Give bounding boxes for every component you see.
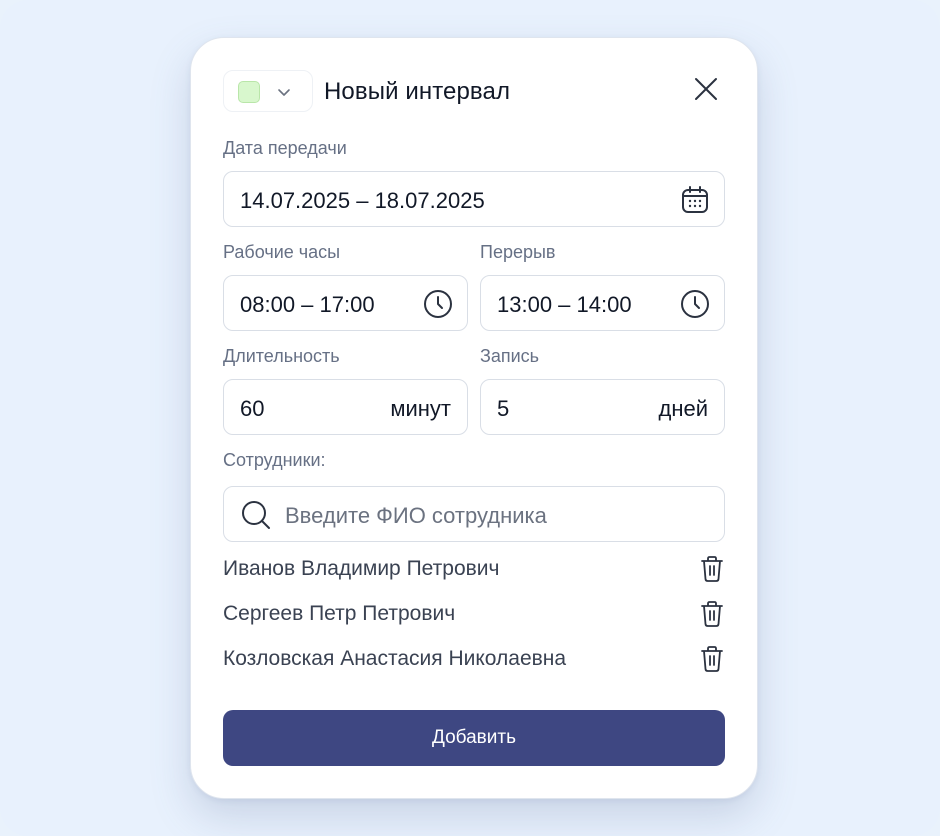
date-range-field[interactable]: 14.07.2025 – 18.07.2025 [223, 171, 725, 227]
clock-icon[interactable] [423, 289, 453, 319]
dialog-header: Новый интервал [223, 70, 725, 112]
employee-row: Козловская Анастасия Николаевна [223, 645, 725, 675]
clock-icon[interactable] [680, 289, 710, 319]
search-icon [242, 501, 270, 529]
color-picker[interactable] [223, 70, 313, 112]
trash-icon[interactable] [699, 645, 725, 673]
employee-name: Козловская Анастасия Николаевна [223, 647, 567, 670]
chevron-down-icon [278, 89, 290, 96]
new-interval-dialog: Новый интервал Дата передачи 14.07.2025 … [190, 37, 758, 799]
employee-row: Иванов Владимир Петрович [223, 555, 725, 585]
booking-label: Запись [480, 346, 540, 366]
employee-row: Сергеев Петр Петрович [223, 600, 725, 630]
duration-unit: минут [390, 396, 451, 421]
trash-icon[interactable] [699, 555, 725, 583]
work-hours-label: Рабочие часы [223, 242, 341, 262]
date-range-value: 14.07.2025 – 18.07.2025 [240, 188, 485, 213]
trash-icon[interactable] [699, 600, 725, 628]
dialog-title: Новый интервал [324, 78, 511, 105]
employee-name: Сергеев Петр Петрович [223, 602, 456, 625]
duration-input[interactable]: 60 минут [223, 379, 468, 435]
employees-label: Сотрудники: [223, 450, 326, 470]
booking-value: 5 [497, 396, 510, 421]
close-icon[interactable] [691, 74, 721, 104]
break-value: 13:00 – 14:00 [497, 292, 632, 317]
search-placeholder: Введите ФИО сотрудника [285, 503, 547, 528]
duration-value: 60 [240, 396, 265, 421]
duration-label: Длительность [223, 346, 340, 366]
work-hours-value: 08:00 – 17:00 [240, 292, 375, 317]
add-button[interactable]: Добавить [223, 710, 725, 766]
break-field[interactable]: 13:00 – 14:00 [480, 275, 725, 331]
calendar-icon[interactable] [680, 185, 710, 215]
employee-name: Иванов Владимир Петрович [223, 557, 500, 580]
break-label: Перерыв [480, 242, 556, 262]
work-hours-field[interactable]: 08:00 – 17:00 [223, 275, 468, 331]
employee-search-input[interactable]: Введите ФИО сотрудника [223, 486, 725, 542]
date-label: Дата передачи [223, 138, 347, 158]
booking-input[interactable]: 5 дней [480, 379, 725, 435]
booking-unit: дней [658, 396, 708, 421]
color-swatch [238, 81, 260, 103]
